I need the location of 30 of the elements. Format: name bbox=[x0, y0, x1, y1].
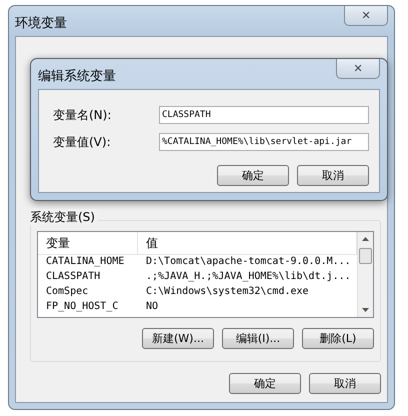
close-button[interactable]: ✕ bbox=[336, 59, 380, 79]
input-field[interactable]: %CATALINA_HOME%\lib\servlet-api.jar bbox=[159, 133, 369, 151]
action-button[interactable]: 编辑(I)... bbox=[222, 328, 294, 349]
table-cell[interactable]: NO bbox=[138, 299, 357, 314]
dialog-title: 编辑系统变量 bbox=[38, 68, 116, 85]
dialog-button[interactable]: 确定 bbox=[217, 165, 289, 186]
scroll-down-icon[interactable] bbox=[362, 308, 369, 312]
column-header[interactable]: 值 bbox=[138, 232, 357, 255]
column-header[interactable]: 变量 bbox=[38, 232, 138, 255]
table-cell[interactable]: C:\Windows\system32\cmd.exe bbox=[138, 284, 357, 299]
scrollbar[interactable] bbox=[357, 232, 373, 317]
action-button[interactable]: 删除(L) bbox=[302, 328, 374, 349]
table-cell[interactable]: FP_NO_HOST_C bbox=[38, 299, 138, 314]
input-field[interactable]: CLASSPATH bbox=[159, 106, 369, 124]
dialog-button[interactable]: 取消 bbox=[297, 165, 369, 186]
field-label: 变量值(V): bbox=[53, 134, 112, 150]
field-label: 变量名(N): bbox=[53, 106, 112, 124]
scroll-up-icon[interactable] bbox=[362, 237, 369, 241]
window-title: 环境变量 bbox=[15, 15, 67, 32]
scroll-thumb[interactable] bbox=[359, 248, 372, 264]
action-button[interactable]: 新建(W)... bbox=[142, 328, 214, 349]
table-cell[interactable]: CATALINA_HOME bbox=[38, 254, 138, 269]
table-cell[interactable]: ComSpec bbox=[38, 284, 138, 299]
group-label: 系统变量(S) bbox=[30, 209, 98, 226]
footer-button[interactable]: 确定 bbox=[229, 373, 301, 394]
table-cell[interactable]: D:\Tomcat\apache-tomcat-9.0.0.M... bbox=[138, 254, 357, 269]
footer-button[interactable]: 取消 bbox=[309, 373, 381, 394]
table-cell[interactable]: .;%JAVA_H.;%JAVA_HOME%\lib\dt.j... bbox=[138, 269, 357, 284]
table-cell[interactable]: CLASSPATH bbox=[38, 269, 138, 284]
close-button[interactable]: ✕ bbox=[344, 6, 388, 26]
